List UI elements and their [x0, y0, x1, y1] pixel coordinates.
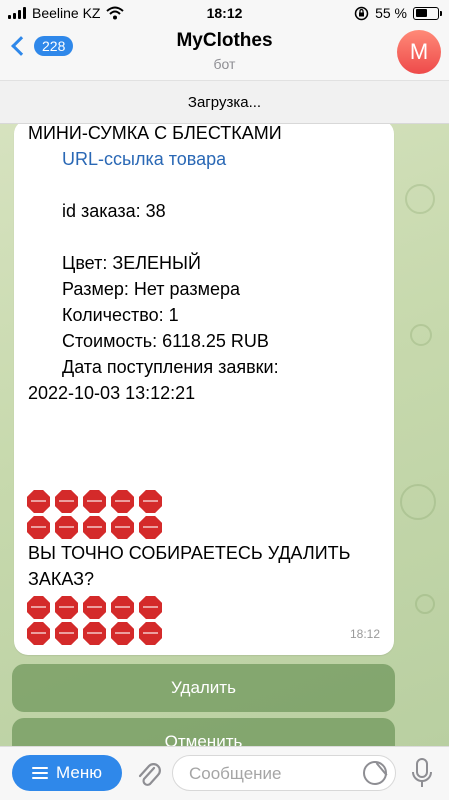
stop-sign-icon — [83, 516, 106, 539]
menu-label: Меню — [56, 763, 102, 782]
stop-sign-icon — [55, 516, 78, 539]
chat-subtitle: бот — [213, 56, 236, 72]
stop-sign-row — [27, 622, 162, 645]
stop-sign-icon — [83, 596, 106, 619]
stop-sign-icon — [139, 596, 162, 619]
confirm-question-line1: ВЫ ТОЧНО СОБИРАЕТЕСЬ УДАЛИТЬ — [28, 543, 351, 563]
order-date-label: Дата поступления заявки: — [62, 357, 279, 377]
order-date-value: 2022-10-03 13:12:21 — [28, 383, 196, 403]
stop-sign-icon — [83, 490, 106, 513]
chat-title: MyClothes — [176, 30, 273, 51]
status-bar: Beeline KZ 18:12 55 % — [0, 0, 449, 26]
stop-sign-icon — [55, 490, 78, 513]
message-input[interactable]: Сообщение — [172, 755, 396, 791]
stop-sign-icon — [139, 622, 162, 645]
stop-sign-icon — [139, 516, 162, 539]
product-name: МИНИ-СУМКА С БЛЕСТКАМИ — [28, 124, 282, 143]
stop-sign-row — [27, 596, 162, 619]
stop-sign-icon — [111, 516, 134, 539]
message-time: 18:12 — [349, 627, 380, 641]
cancel-button[interactable]: Отменить — [12, 718, 395, 746]
order-color: Цвет: ЗЕЛЕНЫЙ — [62, 253, 201, 273]
paperclip-icon[interactable] — [134, 759, 162, 789]
stop-sign-row — [27, 490, 162, 513]
chat-area: МИНИ-СУМКА С БЛЕСТКАМИ URL-ссылка товара… — [0, 124, 449, 746]
orientation-lock-icon — [354, 6, 369, 20]
battery-percent: 55 % — [375, 5, 407, 21]
message-placeholder: Сообщение — [189, 764, 282, 783]
stop-sign-icon — [27, 490, 50, 513]
stop-sign-icon — [55, 622, 78, 645]
chat-header: 228 MyClothes бот M — [0, 26, 449, 80]
stop-sign-icon — [27, 596, 50, 619]
stop-sign-icon — [111, 596, 134, 619]
chat-title-block[interactable]: MyClothes бот — [0, 30, 449, 72]
stop-sign-icon — [111, 622, 134, 645]
battery-icon — [413, 6, 442, 20]
order-id: id заказа: 38 — [62, 201, 166, 221]
wallpaper-doodle — [410, 324, 432, 346]
input-bar: Меню Сообщение — [0, 746, 449, 800]
stop-sign-icon — [55, 596, 78, 619]
order-size: Размер: Нет размера — [62, 279, 241, 299]
stop-sign-icon — [27, 516, 50, 539]
microphone-icon[interactable] — [410, 757, 434, 791]
order-quantity: Количество: 1 — [62, 305, 179, 325]
menu-icon — [32, 767, 49, 779]
sticker-icon[interactable] — [363, 761, 387, 785]
wallpaper-doodle — [405, 184, 435, 214]
status-right: 55 % — [354, 5, 442, 21]
wallpaper-doodle — [415, 594, 435, 614]
bot-menu-button[interactable]: Меню — [12, 755, 122, 791]
bot-avatar[interactable]: M — [397, 30, 441, 74]
confirm-question-line2: ЗАКАЗ? — [28, 569, 95, 589]
stop-sign-icon — [27, 622, 50, 645]
stop-sign-icon — [83, 622, 106, 645]
order-price: Стоимость: 6118.25 RUB — [62, 331, 269, 351]
loading-banner: Загрузка... — [0, 80, 449, 124]
wallpaper-doodle — [400, 484, 436, 520]
product-link[interactable]: URL-ссылка товара — [62, 146, 226, 172]
delete-button[interactable]: Удалить — [12, 664, 395, 712]
stop-sign-icon — [139, 490, 162, 513]
stop-sign-row — [27, 516, 162, 539]
stop-sign-icon — [111, 490, 134, 513]
message-bubble[interactable]: МИНИ-СУМКА С БЛЕСТКАМИ URL-ссылка товара… — [14, 124, 394, 655]
